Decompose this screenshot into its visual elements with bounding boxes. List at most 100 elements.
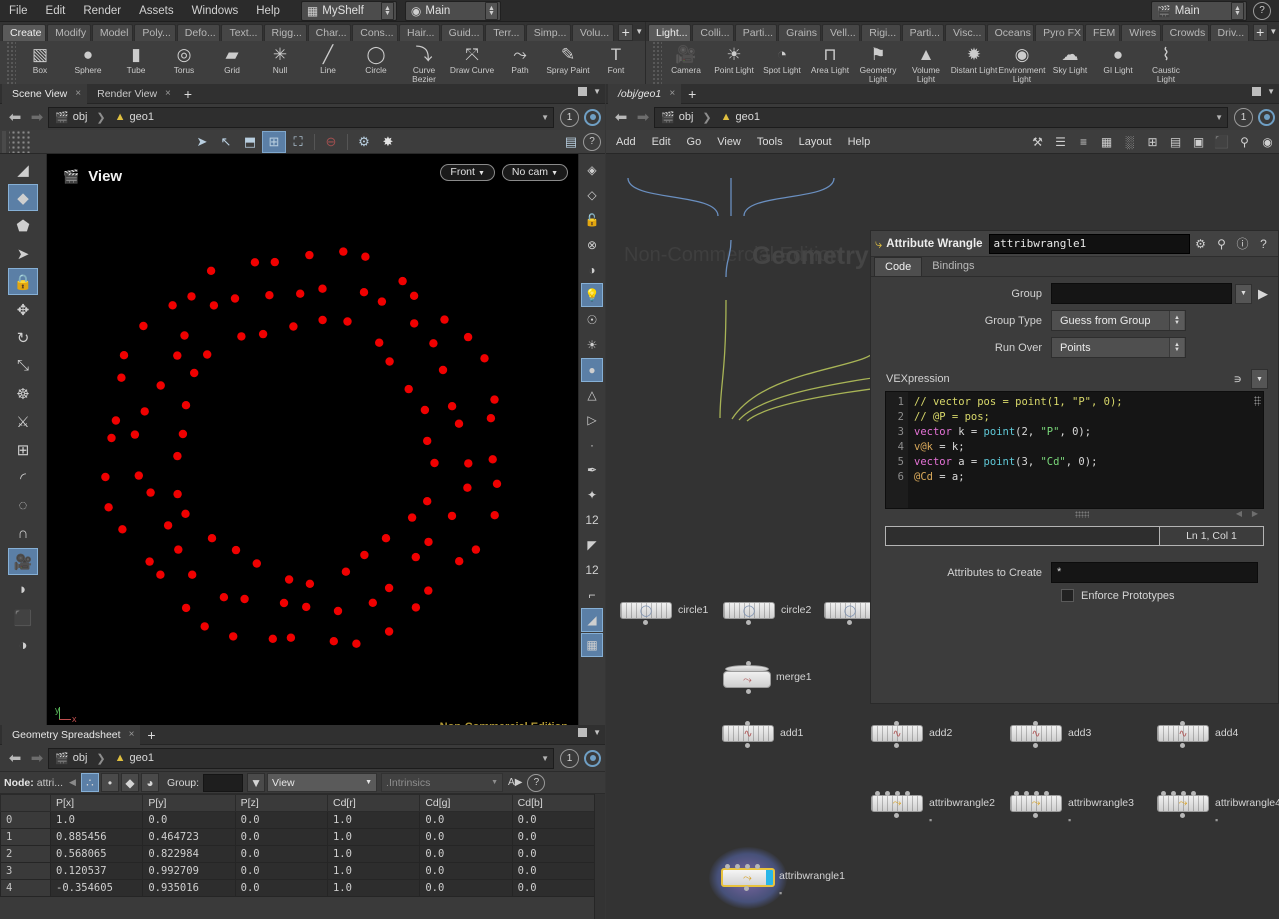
select-box-icon[interactable]: ⛶: [286, 131, 310, 153]
network-menu-edit[interactable]: Edit: [644, 131, 679, 153]
node-output-port[interactable]: [894, 743, 899, 748]
lock-tool[interactable]: 🔒: [8, 268, 38, 295]
node-input-port-1[interactable]: [735, 864, 740, 869]
menu-help[interactable]: Help: [247, 3, 289, 19]
path-dropdown-icon[interactable]: ▼: [1215, 113, 1223, 122]
shelf-right-tab-wires[interactable]: Wires: [1121, 24, 1161, 41]
info-icon[interactable]: ⓘ: [1232, 234, 1253, 254]
sync-target-icon[interactable]: [1258, 108, 1275, 126]
node-add2[interactable]: ∿: [871, 725, 923, 742]
network-menu-layout[interactable]: Layout: [791, 131, 840, 153]
shelf-right-tab-grains[interactable]: Grains: [778, 24, 821, 41]
node-output-port[interactable]: [1033, 813, 1038, 818]
background-image-icon[interactable]: ▦: [581, 633, 603, 657]
code-drag-grip[interactable]: [1074, 511, 1089, 518]
shelf-left-tab-simp[interactable]: Simp...: [525, 24, 571, 41]
help-icon[interactable]: ?: [1253, 2, 1271, 20]
node-input-port-0[interactable]: [1161, 791, 1166, 796]
breadcrumb-obj[interactable]: obj: [73, 111, 88, 123]
node-attribwrangle2[interactable]: ⤳: [871, 795, 923, 812]
visualize-tool[interactable]: ◗: [8, 576, 38, 603]
column-header[interactable]: Cd[r]: [326, 794, 421, 812]
group-dropdown-icon[interactable]: ▼: [1235, 283, 1252, 304]
sticky-note-icon[interactable]: ▤: [1164, 131, 1187, 153]
shelf-right-tool-point-light[interactable]: ☀ Point Light: [710, 41, 758, 84]
scene-path-field[interactable]: 🎬 obj ❯ ▲ geo1 ▼: [48, 106, 554, 128]
shelf-left-tool-sphere[interactable]: ● Sphere: [64, 41, 112, 84]
table-row[interactable]: 1 0.885456 0.464723 0.0 1.0 0.0 0.0: [0, 828, 605, 846]
node-circle3[interactable]: ◯: [824, 602, 876, 619]
code-prev-icon[interactable]: ◀: [1236, 509, 1242, 518]
network-path-field[interactable]: 🎬 obj ❯ ▲ geo1 ▼: [654, 106, 1228, 128]
node-attribwrangle4[interactable]: ⤳: [1157, 795, 1209, 812]
pane-menu-icon[interactable]: ▼: [593, 728, 601, 737]
toolbar-grip[interactable]: [2, 130, 6, 153]
frame-indicator[interactable]: 1: [560, 748, 579, 768]
shelf-left-tool-tube[interactable]: ▮ Tube: [112, 41, 160, 84]
help-icon[interactable]: ?: [1253, 234, 1274, 254]
shelf-left-tool-spray-paint[interactable]: ✎ Spray Paint: [544, 41, 592, 84]
network-menu-go[interactable]: Go: [679, 131, 710, 153]
node-output-port[interactable]: [894, 813, 899, 818]
shelf-left-tab-cons[interactable]: Cons...: [352, 24, 399, 41]
lock-display-icon[interactable]: 🔓: [581, 208, 603, 232]
desktop-spinner[interactable]: ▲ ▼: [484, 1, 498, 20]
node-input-port-1[interactable]: [1024, 791, 1029, 796]
scale-tool[interactable]: ⤡: [8, 352, 38, 379]
network-add-tab[interactable]: +: [681, 85, 703, 103]
shelf-left-tool-line[interactable]: ╱ Line: [304, 41, 352, 84]
shelf-right-tool-area-light[interactable]: ⊓ Area Light: [806, 41, 854, 84]
material-preview-icon[interactable]: ●: [581, 358, 603, 382]
node-input-port-2[interactable]: [895, 791, 900, 796]
run-over-spinner[interactable]: ▲ ▼: [1169, 338, 1184, 357]
scene-light-icon[interactable]: ☉: [581, 308, 603, 332]
maximize-pane-icon[interactable]: [1252, 87, 1262, 96]
shelf-right-tab-driv[interactable]: Driv...: [1209, 24, 1249, 41]
node-input-port-1[interactable]: [885, 791, 890, 796]
node-input-port-2[interactable]: [1181, 791, 1186, 796]
column-header[interactable]: [0, 794, 51, 812]
shelf-left-tool-box[interactable]: ▧ Box: [16, 41, 64, 84]
shelf-left-tool-draw-curve[interactable]: ⤧ Draw Curve: [448, 41, 496, 84]
sync-target-icon[interactable]: [584, 108, 601, 126]
secure-selection-icon[interactable]: ⬒: [238, 131, 262, 153]
tools-icon[interactable]: ⚒: [1026, 131, 1049, 153]
close-icon[interactable]: ×: [129, 725, 135, 745]
maximize-pane-icon[interactable]: [578, 728, 588, 737]
shelf-left-tool-null[interactable]: ✳ Null: [256, 41, 304, 84]
add-tab-button[interactable]: +: [177, 85, 199, 103]
column-header[interactable]: Cd[g]: [419, 794, 513, 812]
shelf-drag-handle-right[interactable]: [652, 41, 662, 84]
tree-view-icon[interactable]: ☰: [1049, 131, 1072, 153]
network-menu-help[interactable]: Help: [840, 131, 879, 153]
shelf-right-tab-colli[interactable]: Colli...: [692, 24, 734, 41]
close-icon[interactable]: ×: [165, 84, 171, 104]
vertex-number-icon[interactable]: 12: [581, 558, 603, 582]
points-mode-icon[interactable]: ∴: [80, 773, 99, 792]
point-marker-icon[interactable]: ·: [581, 433, 603, 457]
column-header[interactable]: P[y]: [142, 794, 236, 812]
shelf-left-shelf-menu-icon[interactable]: ▼: [633, 24, 645, 41]
shelf-right-tool-camera[interactable]: 🎥 Camera: [662, 41, 710, 84]
display-options-tool[interactable]: ⬛: [8, 604, 38, 631]
select-visible-icon[interactable]: ⊞: [262, 130, 286, 153]
node-name-field[interactable]: attribwrangle1: [988, 233, 1190, 254]
node-input-port[interactable]: [746, 661, 751, 666]
bounds-icon[interactable]: ⌐: [581, 583, 603, 607]
group-type-spinner[interactable]: ▲ ▼: [1169, 311, 1184, 330]
shelf-right-tab-parti[interactable]: Parti...: [734, 24, 778, 41]
viewport-settings-icon[interactable]: ✸: [376, 131, 400, 153]
node-output-port[interactable]: [1033, 743, 1038, 748]
node-input-port-0[interactable]: [1014, 791, 1019, 796]
node-output-port[interactable]: [744, 886, 749, 891]
table-row[interactable]: 3 0.120537 0.992709 0.0 1.0 0.0 0.0: [0, 862, 605, 880]
material-tool[interactable]: ◑: [8, 632, 38, 659]
shelf-right-tab-vell[interactable]: Vell...: [821, 24, 861, 41]
group-input[interactable]: [203, 773, 244, 792]
shelf-left-tool-font[interactable]: T Font: [592, 41, 640, 84]
nav-back-icon[interactable]: ⬅: [4, 108, 26, 126]
shelf-right-tab-fem[interactable]: FEM: [1085, 24, 1121, 41]
spreadsheet-path-field[interactable]: 🎬 obj ❯ ▲ geo1 ▼: [48, 747, 554, 769]
node-input-port-0[interactable]: [725, 864, 730, 869]
shelf-left-add-shelf-button[interactable]: +: [618, 24, 634, 41]
